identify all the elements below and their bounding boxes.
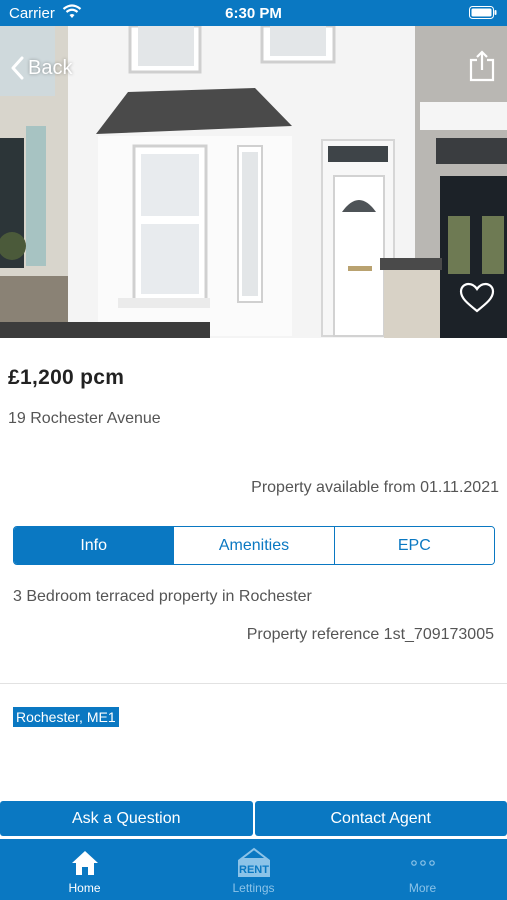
more-icon xyxy=(409,847,437,879)
tabbar-item-more[interactable]: More xyxy=(338,839,507,900)
tabbar-label-home: Home xyxy=(68,881,101,895)
property-description: 3 Bedroom terraced property in Rochester xyxy=(13,588,312,605)
home-icon xyxy=(70,847,100,879)
availability-date: Property available from 01.11.2021 xyxy=(251,479,499,496)
share-icon xyxy=(469,50,495,82)
heart-icon xyxy=(459,282,495,313)
back-label: Back xyxy=(28,56,73,79)
tabbar-label-more: More xyxy=(408,881,437,895)
contact-agent-button[interactable]: Contact Agent xyxy=(254,801,507,836)
svg-text:RENT: RENT xyxy=(239,864,269,876)
ask-question-button[interactable]: Ask a Question xyxy=(0,801,253,836)
section-divider xyxy=(0,683,507,684)
detail-tabs: Info Amenities EPC xyxy=(13,526,495,565)
bottom-tab-bar: Home RENT Lettings More xyxy=(0,839,507,900)
tab-epc[interactable]: EPC xyxy=(333,527,494,564)
tabbar-item-lettings[interactable]: RENT Lettings xyxy=(169,839,338,900)
tab-info[interactable]: Info xyxy=(14,527,174,564)
chevron-left-icon xyxy=(10,56,24,80)
battery-icon xyxy=(469,6,497,24)
property-reference: Property reference 1st_709173005 xyxy=(246,626,494,643)
status-bar: Carrier 6:30 PM xyxy=(0,0,507,26)
house-illustration xyxy=(0,26,507,338)
listing-address: 19 Rochester Avenue xyxy=(8,410,161,427)
back-button[interactable]: Back xyxy=(10,56,72,80)
status-time: 6:30 PM xyxy=(225,5,282,22)
tab-amenities[interactable]: Amenities xyxy=(173,527,334,564)
rent-icon: RENT xyxy=(235,847,273,879)
tabbar-item-home[interactable]: Home xyxy=(0,839,169,900)
property-photo[interactable]: Back xyxy=(0,26,507,338)
share-button[interactable] xyxy=(469,50,495,82)
tabbar-label-lettings: Lettings xyxy=(232,881,275,895)
action-bar: Ask a Question Contact Agent xyxy=(0,801,507,836)
listing-price: £1,200 pcm xyxy=(8,366,125,389)
location-label: Rochester, ME1 xyxy=(13,707,119,727)
favorite-button[interactable] xyxy=(459,282,495,314)
